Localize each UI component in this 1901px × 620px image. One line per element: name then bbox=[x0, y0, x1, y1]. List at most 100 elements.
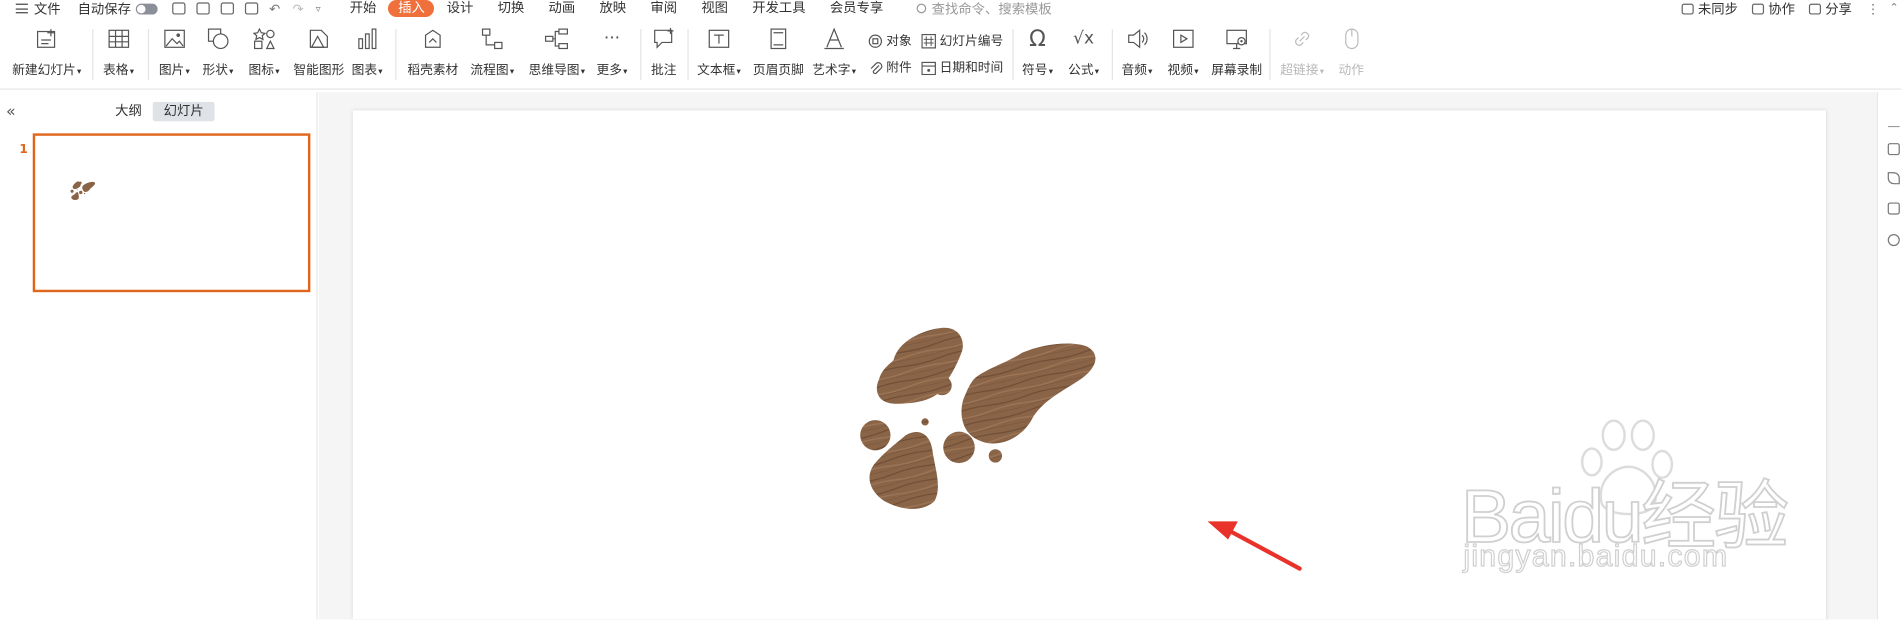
hamburger-icon bbox=[15, 3, 28, 14]
chart-button[interactable]: 图表▾ bbox=[352, 27, 383, 79]
flowchart-icon bbox=[480, 27, 504, 51]
right-tools: 未同步 协作 分享 ⋮ ⌃ bbox=[1682, 0, 1901, 17]
chart-label: 图表▾ bbox=[351, 63, 383, 78]
textbox-icon bbox=[707, 27, 731, 51]
material-label: 稻壳素材 bbox=[407, 63, 459, 78]
wordart-button[interactable]: 艺术字▾ bbox=[812, 27, 856, 79]
tab-bar: 开始 插入 设计 切换 动画 放映 审阅 视图 开发工具 会员专享 bbox=[338, 0, 896, 17]
datetime-button[interactable]: 日期和时间 bbox=[921, 58, 1003, 76]
screen-record-button[interactable]: 屏幕录制 bbox=[1211, 27, 1262, 79]
object-button[interactable]: 对象 bbox=[868, 32, 912, 50]
shape-button[interactable]: 形状▾ bbox=[202, 27, 233, 79]
customize-icon[interactable]: ▿ bbox=[316, 0, 321, 17]
sync-button[interactable]: 未同步 bbox=[1682, 0, 1738, 18]
app-window: 文件 自动保存 ↶ ↷ ▿ 开始 插入 设计 切换 动画 放映 审阅 视图 开发… bbox=[0, 0, 1901, 620]
formula-button[interactable]: √x 公式▾ bbox=[1068, 27, 1099, 79]
collapse-ribbon-icon[interactable]: ⌃ bbox=[1889, 2, 1898, 14]
separator bbox=[1012, 29, 1014, 81]
mindmap-button[interactable]: 思维导图▾ bbox=[529, 27, 585, 79]
wood-blob-shapes[interactable] bbox=[860, 327, 1096, 509]
formula-label: 公式▾ bbox=[1068, 63, 1100, 78]
slide-number: 1 bbox=[19, 143, 28, 157]
symbol-label: 符号▾ bbox=[1022, 63, 1053, 78]
file-menu[interactable]: 文件 bbox=[0, 0, 61, 17]
tab-view[interactable]: 视图 bbox=[689, 0, 740, 17]
object-label: 对象 bbox=[886, 33, 912, 49]
separator bbox=[147, 29, 150, 81]
tab-transition[interactable]: 切换 bbox=[486, 0, 537, 17]
comment-label: 批注 bbox=[651, 63, 677, 78]
audio-label: 音频▾ bbox=[1121, 63, 1153, 78]
comment-button[interactable]: 批注 bbox=[651, 27, 677, 79]
audio-button[interactable]: 音频▾ bbox=[1121, 27, 1152, 79]
video-button[interactable]: 视频▾ bbox=[1167, 27, 1199, 79]
hyperlink-label: 超链接▾ bbox=[1280, 63, 1324, 78]
paperclip-icon bbox=[868, 60, 883, 75]
format-painter-icon[interactable] bbox=[196, 2, 210, 15]
action-button[interactable]: 动作 bbox=[1338, 27, 1364, 79]
more-button[interactable]: ··· 更多▾ bbox=[597, 27, 628, 79]
icon-button[interactable]: 图标▾ bbox=[249, 27, 279, 79]
autosave-toggle[interactable]: 自动保存 bbox=[78, 0, 158, 17]
print-preview-icon[interactable] bbox=[244, 2, 259, 15]
table-label: 表格▾ bbox=[103, 63, 134, 78]
screen-icon[interactable] bbox=[1887, 202, 1900, 215]
tab-design[interactable]: 设计 bbox=[435, 0, 486, 17]
tab-outline[interactable]: 大纲 bbox=[104, 102, 152, 121]
share-button[interactable]: 分享 bbox=[1809, 0, 1852, 18]
video-label: 视频▾ bbox=[1167, 63, 1199, 78]
tab-slideshow[interactable]: 放映 bbox=[587, 0, 638, 17]
omega-icon: Ω bbox=[1029, 26, 1046, 52]
smart-graphic-button[interactable]: 智能图形 bbox=[293, 27, 344, 79]
panel-divider-icon bbox=[1887, 126, 1900, 128]
command-search[interactable]: 查找命令、搜索模板 bbox=[917, 0, 1052, 18]
separator bbox=[92, 29, 94, 81]
baidu-watermark: Baidu经验 jingyan.baidu.com bbox=[1460, 418, 1825, 588]
separator bbox=[1269, 29, 1271, 81]
comment-icon bbox=[652, 27, 676, 51]
search-icon bbox=[917, 3, 927, 14]
header-footer-icon bbox=[766, 27, 790, 51]
redo-icon[interactable]: ↷ bbox=[292, 0, 303, 17]
hash-icon bbox=[921, 33, 936, 48]
new-slide-button[interactable]: 新建幻灯片▾ bbox=[12, 27, 81, 79]
help-icon[interactable] bbox=[1887, 233, 1900, 247]
picture-icon bbox=[162, 27, 186, 51]
table-button[interactable]: 表格▾ bbox=[103, 27, 134, 79]
action-label: 动作 bbox=[1338, 63, 1364, 78]
print-icon[interactable] bbox=[220, 2, 234, 15]
header-footer-button[interactable]: 页眉页脚 bbox=[753, 27, 804, 79]
search-placeholder: 查找命令、搜索模板 bbox=[931, 1, 1052, 17]
tab-slides[interactable]: 幻灯片 bbox=[152, 101, 215, 122]
formula-icon: √x bbox=[1073, 29, 1095, 49]
collab-button[interactable]: 协作 bbox=[1752, 0, 1795, 18]
more-options-icon[interactable]: ⋮ bbox=[1866, 1, 1879, 17]
shape-label: 形状▾ bbox=[202, 63, 234, 78]
tab-member[interactable]: 会员专享 bbox=[818, 0, 896, 17]
adjust-icon[interactable] bbox=[1887, 143, 1900, 156]
tab-review[interactable]: 审阅 bbox=[638, 0, 689, 17]
slide-number-button[interactable]: 幻灯片编号 bbox=[921, 32, 1003, 50]
collapse-panel-icon[interactable]: « bbox=[6, 103, 16, 121]
tab-home[interactable]: 开始 bbox=[338, 0, 389, 17]
share-icon bbox=[1809, 3, 1822, 14]
tab-animation[interactable]: 动画 bbox=[536, 0, 587, 17]
separator bbox=[640, 29, 642, 81]
tab-developer[interactable]: 开发工具 bbox=[740, 0, 818, 17]
flowchart-button[interactable]: 流程图▾ bbox=[470, 27, 514, 79]
hyperlink-button[interactable]: 超链接▾ bbox=[1280, 27, 1324, 79]
picture-button[interactable]: 图片▾ bbox=[159, 27, 190, 79]
symbol-button[interactable]: Ω 符号▾ bbox=[1022, 26, 1053, 79]
mouse-icon bbox=[1339, 27, 1363, 51]
textbox-button[interactable]: 文本框▾ bbox=[697, 27, 741, 79]
brush-icon[interactable] bbox=[1887, 172, 1900, 185]
share-label: 分享 bbox=[1825, 1, 1852, 17]
tab-insert[interactable]: 插入 bbox=[388, 0, 435, 17]
undo-icon[interactable]: ↶ bbox=[269, 0, 280, 17]
sync-label: 未同步 bbox=[1697, 1, 1738, 17]
material-button[interactable]: 稻壳素材 bbox=[407, 27, 458, 79]
slide-thumbnail[interactable] bbox=[32, 133, 311, 293]
save-icon[interactable] bbox=[172, 2, 186, 15]
attachment-button[interactable]: 附件 bbox=[868, 58, 912, 76]
attachment-label: 附件 bbox=[886, 60, 912, 76]
